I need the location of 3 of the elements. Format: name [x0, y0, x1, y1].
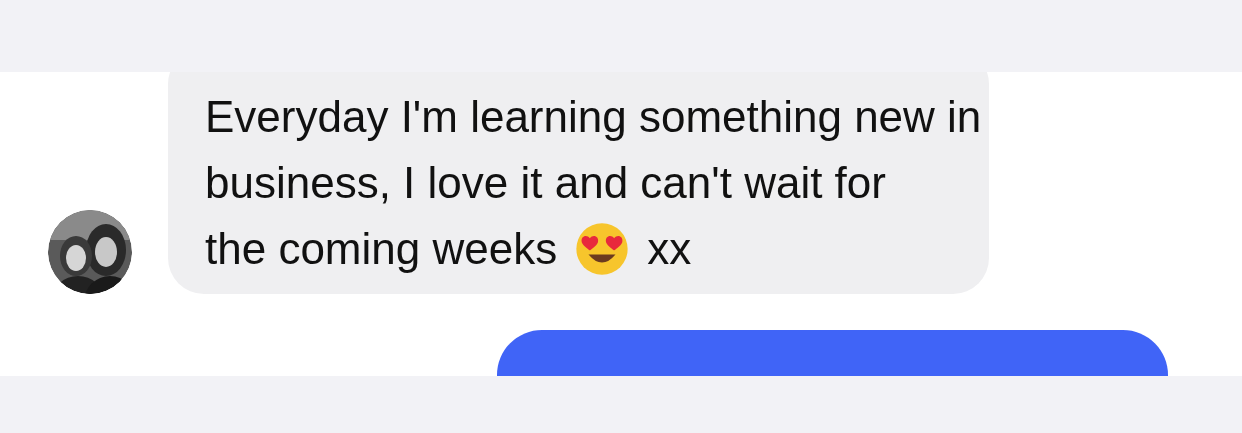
message-text: the coming weeks: [205, 223, 558, 275]
heart-eyes-emoji-icon: [575, 222, 630, 276]
message-text: xx: [647, 223, 692, 275]
